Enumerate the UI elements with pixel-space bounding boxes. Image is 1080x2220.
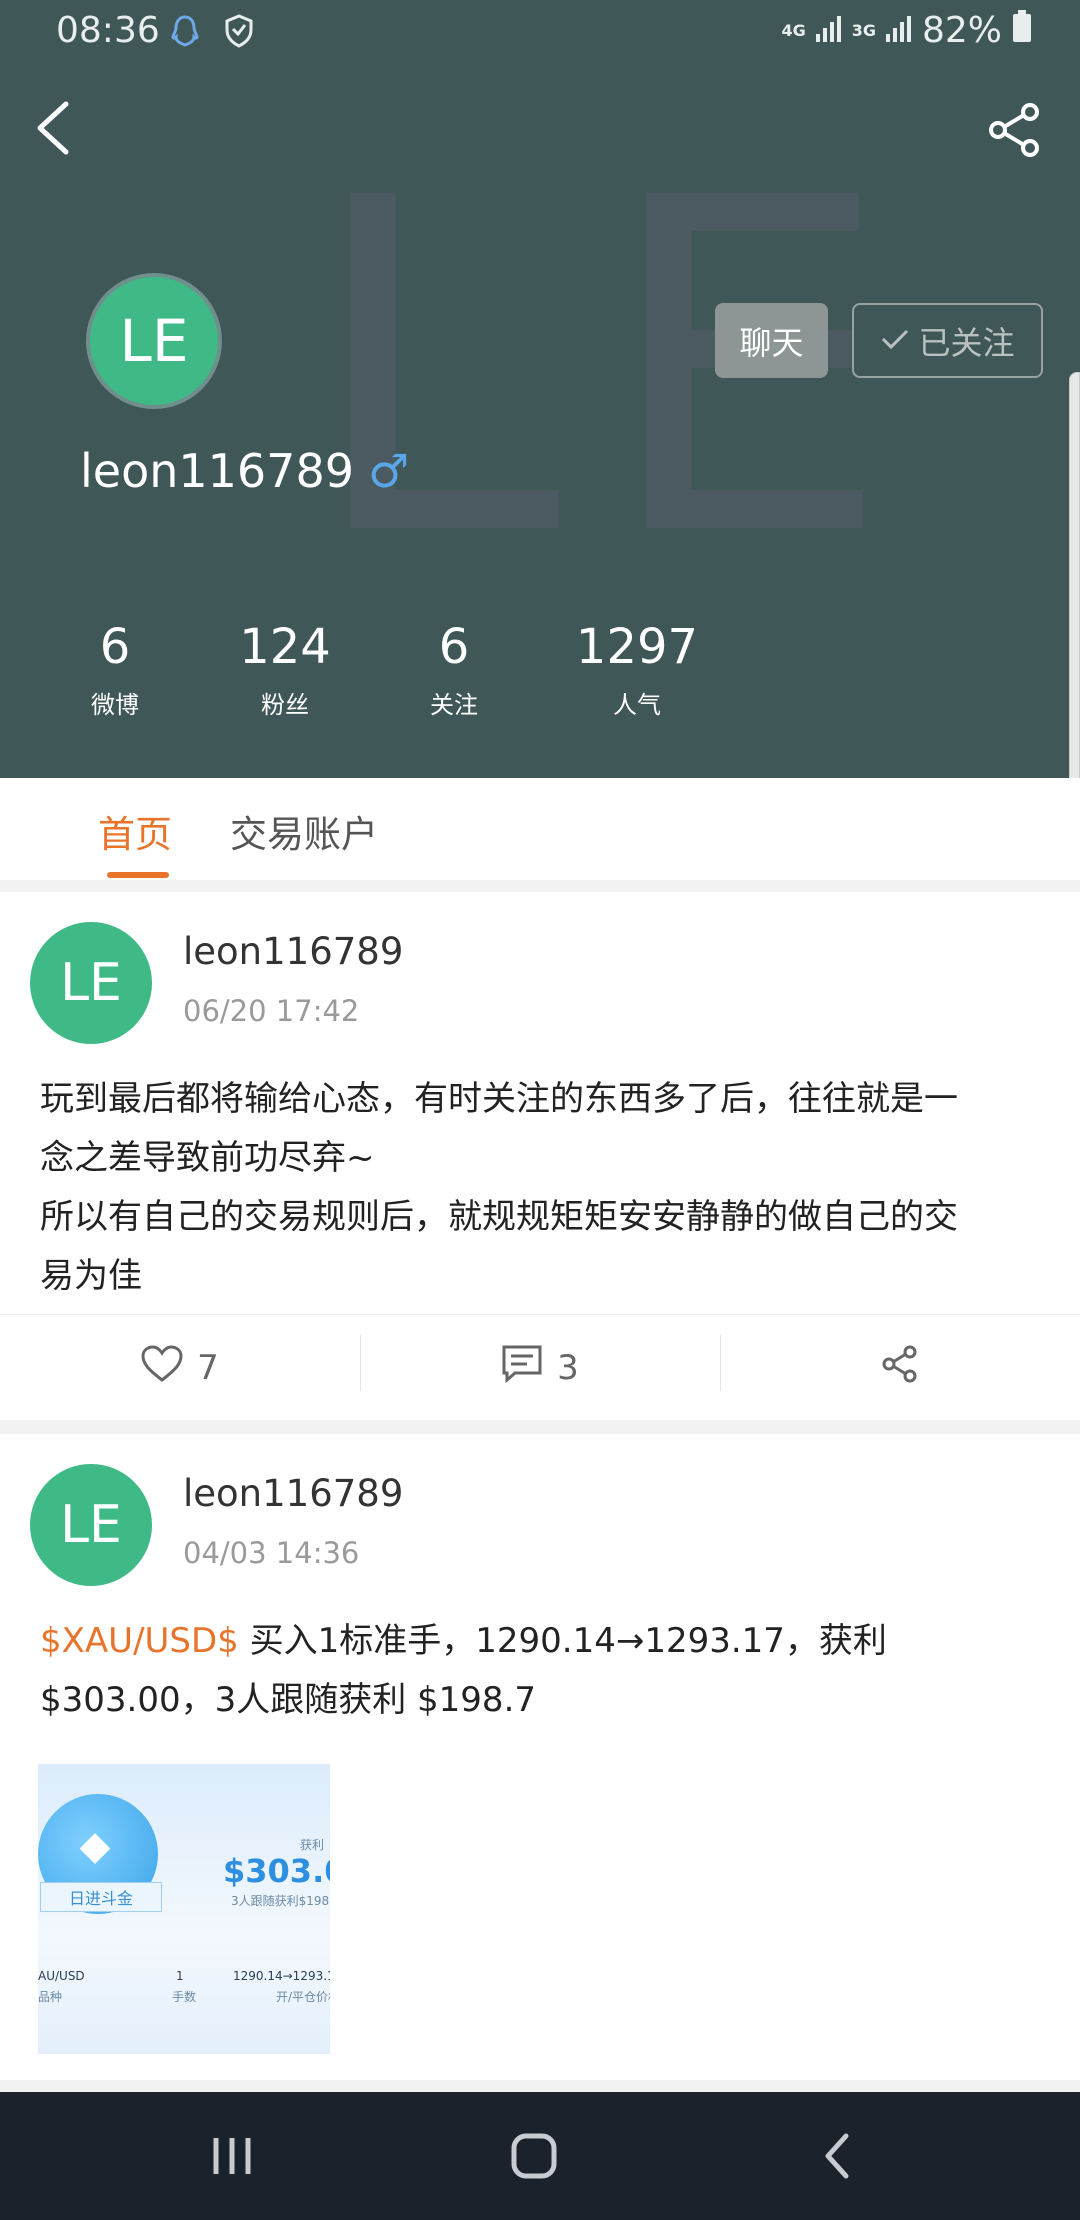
comment-count: 3 xyxy=(557,1348,579,1388)
post-text: $XAU/USD$ 买入1标准手，1290.14→1293.17，获利 $303… xyxy=(40,1612,1050,1730)
stat-weibo[interactable]: 6 微博 xyxy=(35,612,195,728)
post-author[interactable]: leon116789 xyxy=(183,1472,403,1515)
post-line: $XAU/USD$ 买入1标准手，1290.14→1293.17，获利 xyxy=(40,1612,1050,1671)
chat-button[interactable]: 聊天 xyxy=(715,303,828,378)
image-price-label: 开/平仓价格 xyxy=(276,1990,330,2004)
shield-icon xyxy=(224,14,254,57)
profile-stats: 6 微博 124 粉丝 6 关注 1297 人气 xyxy=(0,612,760,732)
profit-amount: $303.00 xyxy=(223,1852,330,1890)
recent-apps-button[interactable] xyxy=(198,2122,266,2190)
home-button[interactable] xyxy=(500,2122,568,2190)
post-avatar[interactable]: LE xyxy=(30,1464,152,1586)
battery-percent: 82% xyxy=(921,10,1002,51)
tab-active-indicator xyxy=(107,872,169,878)
stat-following[interactable]: 6 关注 xyxy=(374,612,534,728)
status-time: 08:36 xyxy=(56,10,160,51)
stat-value: 6 xyxy=(99,619,131,675)
post-image[interactable]: ◆ 日进斗金 获利 $303.00 3人跟随获利$198.7 AU/USD 品种… xyxy=(38,1764,330,2054)
check-icon xyxy=(880,322,910,359)
share-button[interactable] xyxy=(984,100,1044,160)
post-actions: 7 3 xyxy=(0,1314,1080,1420)
profile-header: LE 08:36 4G 3G 82% LE 聊天 已关注 leon116789 … xyxy=(0,0,1080,778)
net-4g: 4G xyxy=(781,20,806,40)
stat-value: 6 xyxy=(438,619,470,675)
share-icon xyxy=(880,1344,920,1393)
following-button[interactable]: 已关注 xyxy=(852,303,1043,378)
badge-ribbon: 日进斗金 xyxy=(40,1882,162,1912)
comment-button[interactable]: 3 xyxy=(360,1315,720,1421)
amount-label: 获利 xyxy=(300,1838,325,1852)
username-text: leon116789 xyxy=(80,444,354,498)
signal-icon-2 xyxy=(885,10,912,51)
stat-label: 人气 xyxy=(613,691,661,719)
post-line: 易为佳 xyxy=(40,1256,142,1296)
post-share-button[interactable] xyxy=(720,1315,1080,1421)
profile-username: leon116789 ♂ xyxy=(80,444,409,498)
heart-icon xyxy=(141,1344,183,1392)
tab-trading-account[interactable]: 交易账户 xyxy=(230,804,378,858)
comment-icon xyxy=(501,1344,543,1393)
system-back-button[interactable] xyxy=(804,2122,872,2190)
post-line: 所以有自己的交易规则后，就规规矩矩安安静静的做自己的交 xyxy=(40,1197,958,1237)
post-line-rest: 买入1标准手，1290.14→1293.17，获利 xyxy=(238,1621,887,1661)
follow-profit: 3人跟随获利$198.7 xyxy=(231,1894,330,1908)
status-bar: 08:36 4G 3G 82% xyxy=(0,0,1080,64)
male-icon: ♂ xyxy=(367,444,410,498)
post-card[interactable]: LE leon116789 06/20 17:42 玩到最后都将输给心态，有时关… xyxy=(0,892,1080,1420)
image-lots-label: 手数 xyxy=(172,1990,197,2004)
post-line: 念之差导致前功尽弃~ xyxy=(40,1138,375,1178)
stat-label: 微博 xyxy=(91,691,139,719)
stat-popularity: 1297 人气 xyxy=(557,612,717,728)
qq-icon xyxy=(170,14,200,59)
tab-home[interactable]: 首页 xyxy=(98,804,172,858)
signal-icon xyxy=(815,10,842,51)
symbol-link[interactable]: $XAU/USD$ xyxy=(40,1621,239,1661)
post-author[interactable]: leon116789 xyxy=(183,930,403,973)
post-time: 06/20 17:42 xyxy=(183,994,360,1028)
stat-value: 1297 xyxy=(575,619,699,675)
back-button[interactable] xyxy=(30,96,78,160)
battery-icon xyxy=(1012,10,1032,51)
stat-value: 124 xyxy=(239,619,331,675)
stat-label: 关注 xyxy=(430,691,478,719)
stat-fans[interactable]: 124 粉丝 xyxy=(205,612,365,728)
like-count: 7 xyxy=(197,1348,219,1388)
system-nav-bar xyxy=(0,2092,1080,2220)
status-right: 4G 3G 82% xyxy=(781,10,1032,51)
image-symbol: AU/USD xyxy=(38,1969,85,1983)
image-price: 1290.14→1293.1 xyxy=(233,1969,330,1983)
like-button[interactable]: 7 xyxy=(0,1315,360,1421)
avatar[interactable]: LE xyxy=(86,273,222,409)
post-avatar[interactable]: LE xyxy=(30,922,152,1044)
post-line: 玩到最后都将输给心态，有时关注的东西多了后，往往就是一 xyxy=(40,1079,958,1119)
scrollbar-thumb[interactable] xyxy=(1069,372,1080,800)
avatar-watermark: LE xyxy=(305,102,932,637)
image-lots: 1 xyxy=(176,1969,184,1983)
post-text: 玩到最后都将输给心态，有时关注的东西多了后，往往就是一 念之差导致前功尽弃~ 所… xyxy=(40,1070,1050,1306)
stat-label: 粉丝 xyxy=(261,691,309,719)
diamond-icon: ◆ xyxy=(79,1823,111,1869)
post-line: $303.00，3人跟随获利 $198.7 xyxy=(40,1680,537,1720)
post-time: 04/03 14:36 xyxy=(183,1536,360,1570)
tab-bar: 首页 交易账户 xyxy=(0,778,1080,880)
net-3g: 3G xyxy=(851,20,876,40)
image-symbol-label: 品种 xyxy=(38,1990,63,2004)
following-label: 已关注 xyxy=(918,324,1015,361)
